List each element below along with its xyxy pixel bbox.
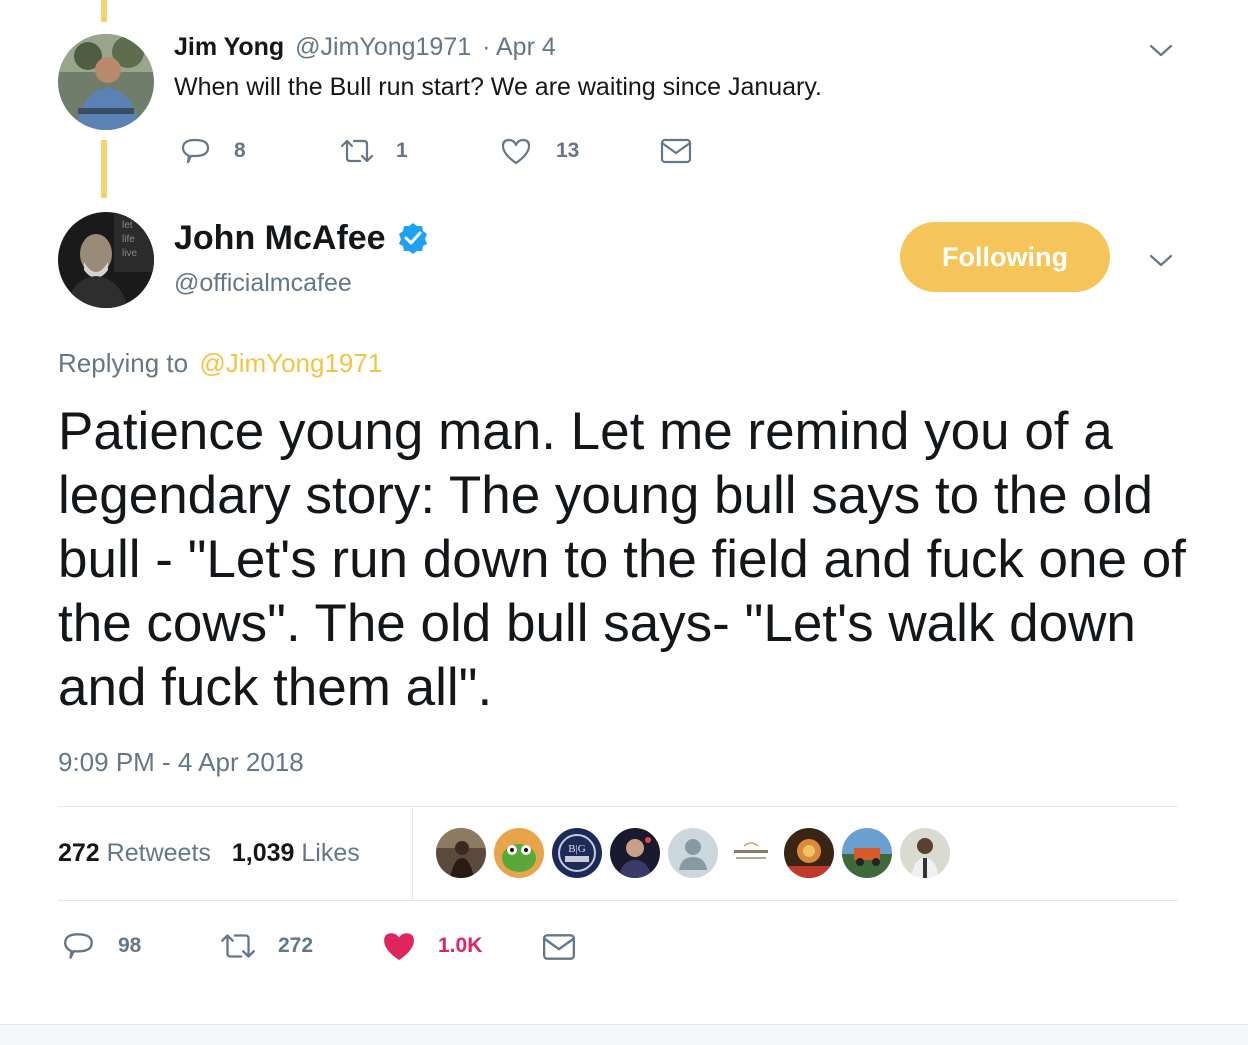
retweets-count: 272 [58,839,100,867]
reply-icon [181,138,210,164]
stats-separator [412,808,413,900]
message-icon [542,934,576,960]
parent-tweet-date[interactable]: · Apr 4 [482,33,556,61]
likes-label: Likes [301,839,360,867]
likes-stat[interactable]: 1,039 Likes [232,839,360,867]
svg-text:live: live [122,248,137,259]
main-message-action[interactable] [542,933,576,966]
chevron-down-icon [1149,254,1173,267]
svg-text:life: life [122,234,135,245]
likes-count: 1,039 [231,839,295,867]
liker-avatar[interactable] [842,828,892,878]
parent-like-count: 13 [556,139,580,162]
retweet-icon [221,934,255,958]
replying-to-handle[interactable]: @JimYong1971 [199,348,382,378]
main-retweet-count: 272 [278,934,314,957]
parent-tweet-text: When will the Bull run start? We are wai… [174,73,822,101]
parent-reply-action[interactable]: 8 [180,136,246,166]
page-bottom-strip [0,1024,1248,1045]
message-icon [660,138,692,164]
main-reply-action[interactable]: 98 [62,930,141,962]
main-like-count: 1.0K [438,934,483,957]
liker-avatar[interactable] [436,828,486,878]
replying-to: Replying to @JimYong1971 [58,346,382,380]
main-tweet-text: Patience young man. Let me remind you of… [58,402,1186,717]
parent-more-button[interactable] [1148,40,1174,60]
main-author-name[interactable]: John McAfee [174,216,386,260]
parent-message-action[interactable] [660,138,692,169]
liker-avatar[interactable] [668,828,718,878]
retweets-stat[interactable]: 272 Retweets [58,839,218,867]
following-button[interactable]: Following [900,222,1110,292]
thread-line-top [101,0,107,22]
avatar-jim-yong[interactable] [58,34,154,130]
replying-to-prefix: Replying to [58,348,189,378]
divider-top [58,806,1178,807]
liker-avatar[interactable] [726,828,776,878]
main-author-handle[interactable]: @officialmcafee [174,266,352,300]
parent-tweet-header: Jim Yong @JimYong1971 · Apr 4 [174,30,556,64]
parent-retweet-count: 1 [396,139,408,162]
chevron-down-icon [1149,44,1173,57]
liker-avatar[interactable] [784,828,834,878]
avatar-john-mcafee[interactable]: let life live [58,212,154,308]
parent-reply-count: 8 [234,139,246,162]
retweets-label: Retweets [106,839,211,867]
parent-author-handle[interactable]: @JimYong1971 [295,33,471,61]
tweet-stats: 272 Retweets 1,039 Likes [58,836,360,870]
main-author-name-row: John McAfee [174,216,430,260]
main-reply-count: 98 [118,934,142,957]
liker-avatar[interactable]: B|G [552,828,602,878]
liker-avatar[interactable] [494,828,544,878]
svg-text:B|G: B|G [568,843,586,855]
like-icon [501,138,531,165]
retweet-icon [340,139,374,163]
liker-avatars: B|G [436,828,950,878]
parent-like-action[interactable]: 13 [500,136,579,166]
parent-retweet-action[interactable]: 1 [338,136,408,166]
heart-filled-icon [384,933,414,961]
main-more-button[interactable] [1148,250,1174,270]
thread-line-middle [101,140,107,198]
liker-avatar[interactable] [900,828,950,878]
liker-avatar[interactable] [610,828,660,878]
reply-icon [64,933,93,959]
main-like-action[interactable]: 1.0K [382,930,482,962]
divider-bottom [58,900,1178,901]
tweet-timestamp[interactable]: 9:09 PM - 4 Apr 2018 [58,745,304,779]
verified-badge-icon [398,223,427,254]
svg-text:let: let [122,220,133,231]
main-retweet-action[interactable]: 272 [218,930,313,962]
parent-author-name[interactable]: Jim Yong [174,33,284,61]
